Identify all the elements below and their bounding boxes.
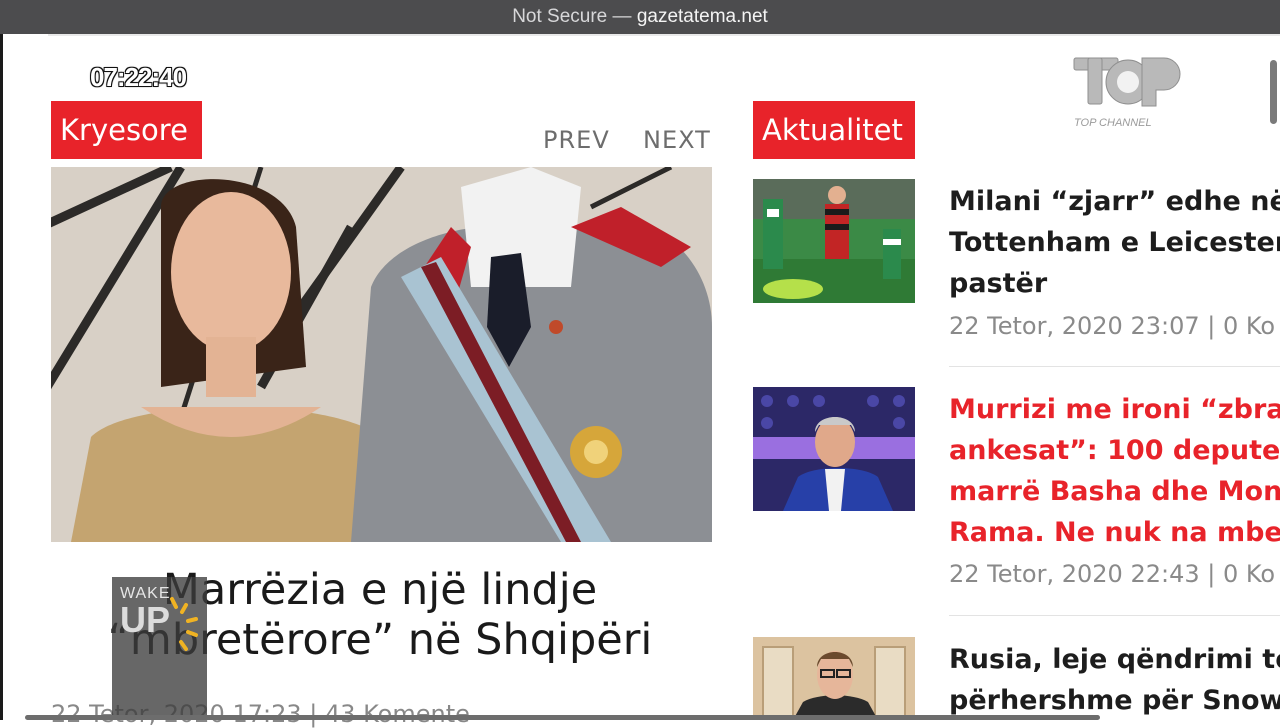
sidebar-article-title[interactable]: Milani “zjarr” edhe në E Tottenham e Lei… [949, 181, 1280, 304]
article-thumbnail[interactable] [753, 387, 915, 511]
next-button[interactable]: NEXT [643, 126, 711, 154]
thumbnail-football-photo [753, 179, 915, 303]
wake-up-show-logo: WAKE UP [112, 577, 207, 720]
prev-button[interactable]: PREV [543, 126, 610, 154]
hero-photo[interactable] [51, 167, 712, 542]
section-label-kryesore[interactable]: Kryesore [51, 101, 202, 159]
article-divider [949, 366, 1280, 367]
horizontal-scrollbar[interactable] [25, 715, 1100, 720]
logo-wordmark: TOP CHANNEL [1074, 117, 1152, 129]
article-title-line: Tottenham e Leicester f [949, 227, 1280, 258]
security-status: Not Secure — [512, 6, 632, 27]
site-domain[interactable]: gazetatema.net [637, 6, 768, 27]
article-title-line: Murrizi me ironi “zbraz [949, 394, 1280, 425]
browser-address-bar[interactable]: Not Secure — gazetatema.net [0, 0, 1280, 34]
section-label-aktualitet[interactable]: Aktualitet [753, 101, 915, 159]
article-title-line: Rusia, leje qëndrimi të [949, 644, 1280, 675]
sun-rays-icon [170, 597, 198, 651]
page-top-divider [48, 34, 1280, 36]
article-thumbnail[interactable] [753, 637, 915, 720]
article-divider [949, 615, 1280, 616]
sidebar-article-meta: 22 Tetor, 2020 23:07 | 0 Ko [949, 312, 1276, 340]
screen-edge [0, 34, 3, 720]
article-title-line: ankesat”: 100 deputetë [949, 435, 1280, 466]
hero-photo-illustration [51, 167, 712, 542]
top-channel-logo: TOP CHANNEL [1073, 57, 1181, 129]
article-title-line: pastër [949, 268, 1048, 299]
article-title-line: Rama. Ne nuk na mbete [949, 517, 1280, 548]
article-thumbnail[interactable] [753, 179, 915, 303]
broadcast-clock: 07:22:40 [90, 62, 187, 92]
thumbnail-portrait-photo [753, 637, 915, 720]
article-title-line: Milani “zjarr” edhe në E [949, 186, 1280, 217]
vertical-scrollbar[interactable] [1270, 60, 1277, 124]
article-title-line: marrë Basha dhe Monik [949, 476, 1280, 507]
thumbnail-tv-studio-photo [753, 387, 915, 511]
sidebar-article-title[interactable]: Murrizi me ironi “zbraz ankesat”: 100 de… [949, 389, 1280, 553]
sidebar-article-meta: 22 Tetor, 2020 22:43 | 0 Ko [949, 560, 1276, 588]
sidebar-article-title[interactable]: Rusia, leje qëndrimi të përhershme për S… [949, 639, 1280, 721]
